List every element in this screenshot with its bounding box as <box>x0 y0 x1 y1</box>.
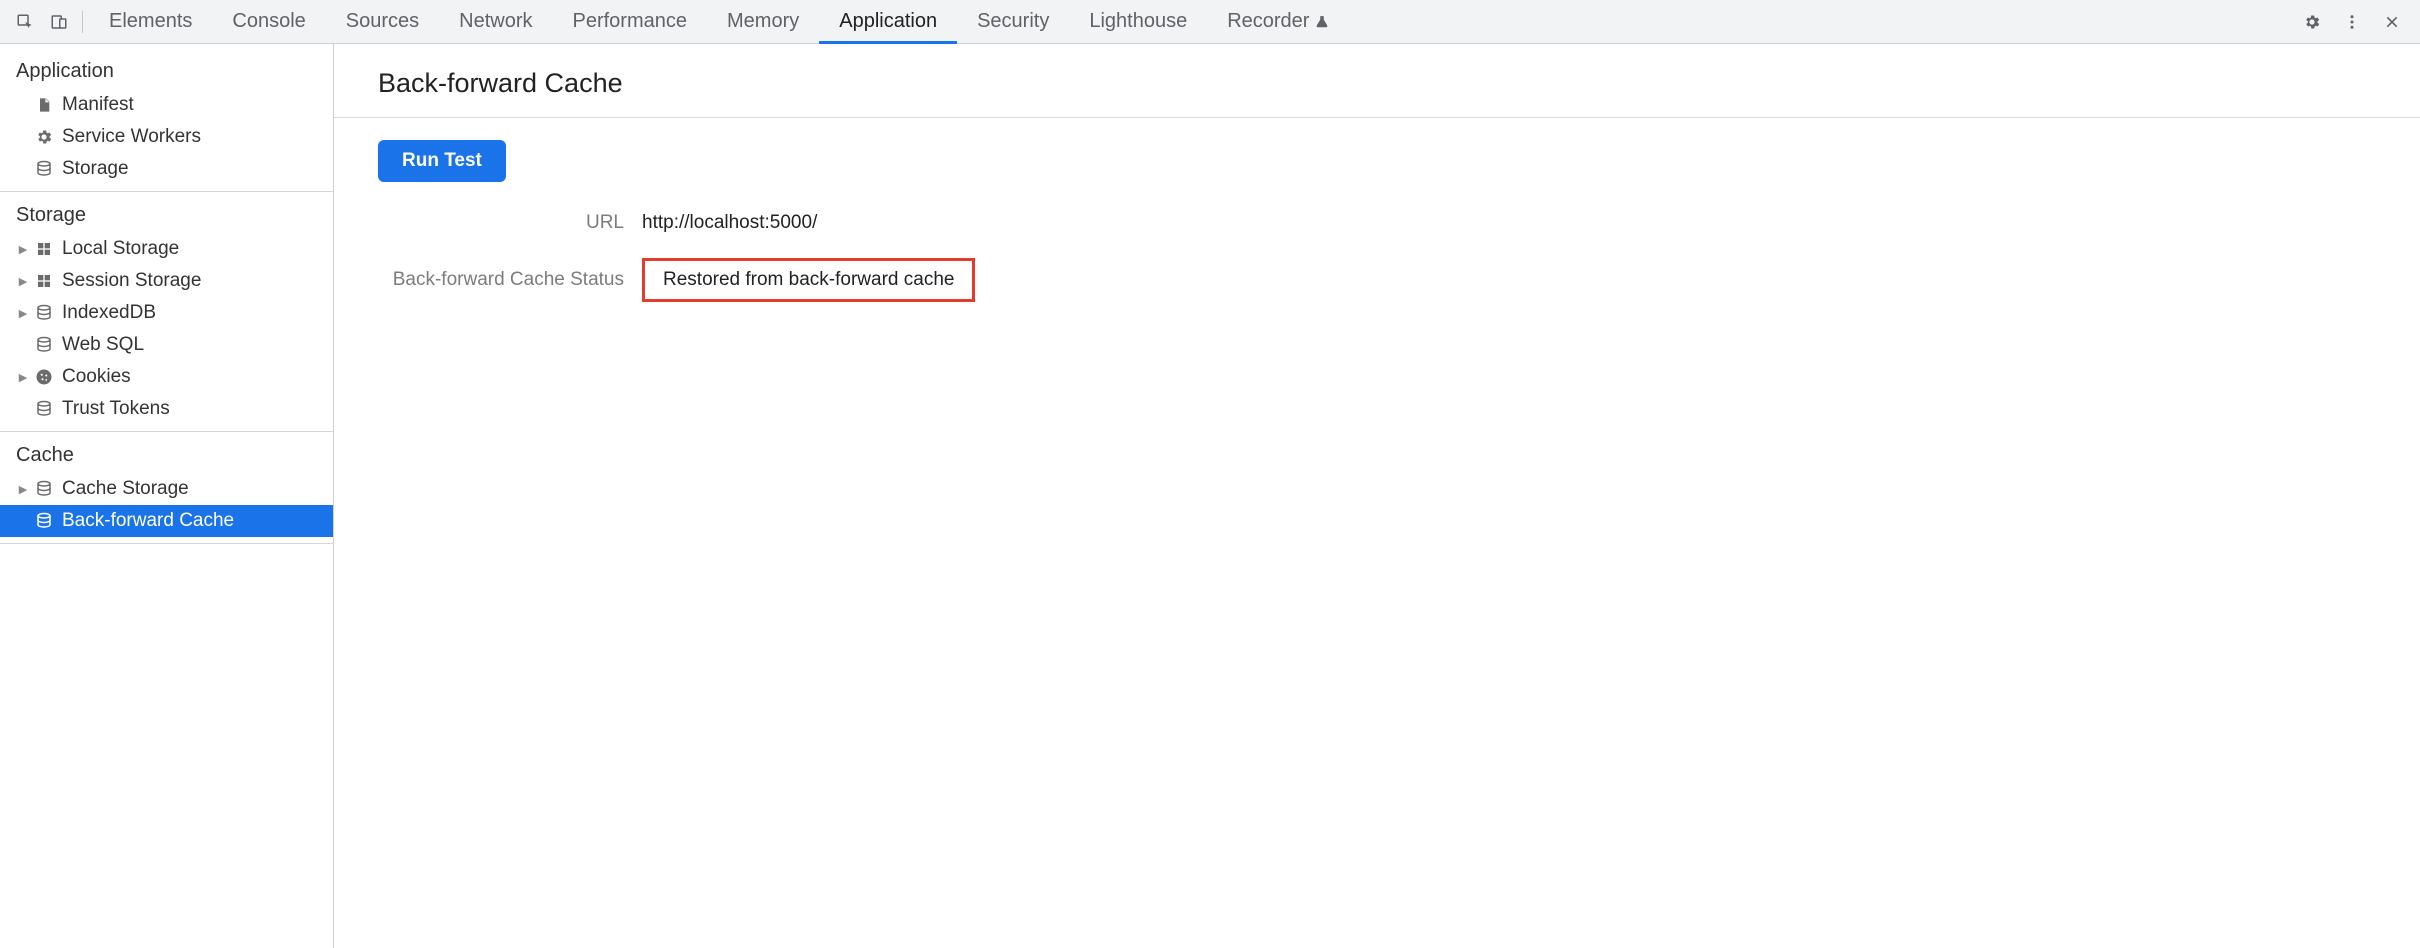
tab-label: Recorder <box>1227 10 1309 33</box>
sidebar-item-trust-tokens[interactable]: ▶ Trust Tokens <box>0 393 333 425</box>
database-icon <box>32 512 56 530</box>
url-value: http://localhost:5000/ <box>642 212 2390 234</box>
tab-sources[interactable]: Sources <box>326 0 439 43</box>
sidebar-item-cookies[interactable]: ▶ Cookies <box>0 361 333 393</box>
kebab-menu-icon[interactable] <box>2332 0 2372 44</box>
sidebar-item-storage[interactable]: ▶ Storage <box>0 153 333 185</box>
tab-label: Elements <box>109 10 192 33</box>
sidebar-group-storage: Storage <box>0 192 333 233</box>
sidebar-item-service-workers[interactable]: ▶ Service Workers <box>0 121 333 153</box>
expand-arrow-icon[interactable]: ▶ <box>16 483 30 496</box>
tabbar-right-icons <box>2292 0 2412 44</box>
sidebar-item-label: Cache Storage <box>62 478 189 500</box>
devtools-tabs: Elements Console Sources Network Perform… <box>89 0 2292 43</box>
database-icon <box>32 400 56 418</box>
grid-icon <box>32 241 56 257</box>
tab-console[interactable]: Console <box>212 0 325 43</box>
sidebar-group-application: Application <box>0 48 333 89</box>
tab-security[interactable]: Security <box>957 0 1069 43</box>
sidebar-group-cache: Cache <box>0 432 333 473</box>
status-label: Back-forward Cache Status <box>364 269 624 291</box>
tab-lighthouse[interactable]: Lighthouse <box>1069 0 1207 43</box>
sidebar-item-back-forward-cache[interactable]: ▶ Back-forward Cache <box>0 505 333 537</box>
flask-icon <box>1315 15 1329 29</box>
run-test-button[interactable]: Run Test <box>378 140 506 182</box>
bfcache-view: Back-forward Cache Run Test URL http://l… <box>334 44 2420 948</box>
database-icon <box>32 336 56 354</box>
database-icon <box>32 480 56 498</box>
tab-label: Sources <box>346 10 419 33</box>
close-devtools-icon[interactable] <box>2372 0 2412 44</box>
sidebar-group-separator <box>0 543 333 544</box>
tab-recorder[interactable]: Recorder <box>1207 0 1349 43</box>
cookie-icon <box>32 368 56 386</box>
device-toolbar-icon[interactable] <box>42 0 76 44</box>
grid-icon <box>32 273 56 289</box>
expand-arrow-icon[interactable]: ▶ <box>16 243 30 256</box>
tab-label: Network <box>459 10 532 33</box>
application-sidebar: Application ▶ Manifest ▶ Service Workers… <box>0 44 334 948</box>
application-panel: Application ▶ Manifest ▶ Service Workers… <box>0 44 2420 948</box>
tab-label: Security <box>977 10 1049 33</box>
database-icon <box>32 160 56 178</box>
tab-network[interactable]: Network <box>439 0 552 43</box>
tabbar-divider <box>82 11 83 33</box>
sidebar-item-indexeddb[interactable]: ▶ IndexedDB <box>0 297 333 329</box>
sidebar-item-local-storage[interactable]: ▶ Local Storage <box>0 233 333 265</box>
tab-label: Lighthouse <box>1089 10 1187 33</box>
sidebar-item-label: Session Storage <box>62 270 201 292</box>
sidebar-item-cache-storage[interactable]: ▶ Cache Storage <box>0 473 333 505</box>
sidebar-item-label: Trust Tokens <box>62 398 170 420</box>
file-icon <box>32 96 56 114</box>
content-title: Back-forward Cache <box>364 62 2390 117</box>
gear-icon <box>32 128 56 146</box>
sidebar-item-label: Cookies <box>62 366 131 388</box>
bfcache-details: URL http://localhost:5000/ Back-forward … <box>364 212 2390 302</box>
sidebar-item-web-sql[interactable]: ▶ Web SQL <box>0 329 333 361</box>
tab-label: Memory <box>727 10 799 33</box>
tab-label: Console <box>232 10 305 33</box>
tab-label: Performance <box>573 10 688 33</box>
content-divider <box>334 117 2420 118</box>
expand-arrow-icon[interactable]: ▶ <box>16 371 30 384</box>
sidebar-item-label: Storage <box>62 158 129 180</box>
devtools-tabbar: Elements Console Sources Network Perform… <box>0 0 2420 44</box>
sidebar-item-manifest[interactable]: ▶ Manifest <box>0 89 333 121</box>
expand-arrow-icon[interactable]: ▶ <box>16 307 30 320</box>
sidebar-item-label: Service Workers <box>62 126 201 148</box>
status-value: Restored from back-forward cache <box>642 258 975 302</box>
tab-elements[interactable]: Elements <box>89 0 212 43</box>
sidebar-item-label: Back-forward Cache <box>62 510 234 532</box>
inspect-element-icon[interactable] <box>8 0 42 44</box>
database-icon <box>32 304 56 322</box>
url-label: URL <box>364 212 624 234</box>
sidebar-item-label: Local Storage <box>62 238 179 260</box>
tab-performance[interactable]: Performance <box>553 0 708 43</box>
expand-arrow-icon[interactable]: ▶ <box>16 275 30 288</box>
sidebar-item-label: Web SQL <box>62 334 144 356</box>
sidebar-item-session-storage[interactable]: ▶ Session Storage <box>0 265 333 297</box>
sidebar-item-label: Manifest <box>62 94 134 116</box>
sidebar-item-label: IndexedDB <box>62 302 156 324</box>
tab-label: Application <box>839 10 937 33</box>
tab-memory[interactable]: Memory <box>707 0 819 43</box>
tab-application[interactable]: Application <box>819 0 957 43</box>
settings-icon[interactable] <box>2292 0 2332 44</box>
